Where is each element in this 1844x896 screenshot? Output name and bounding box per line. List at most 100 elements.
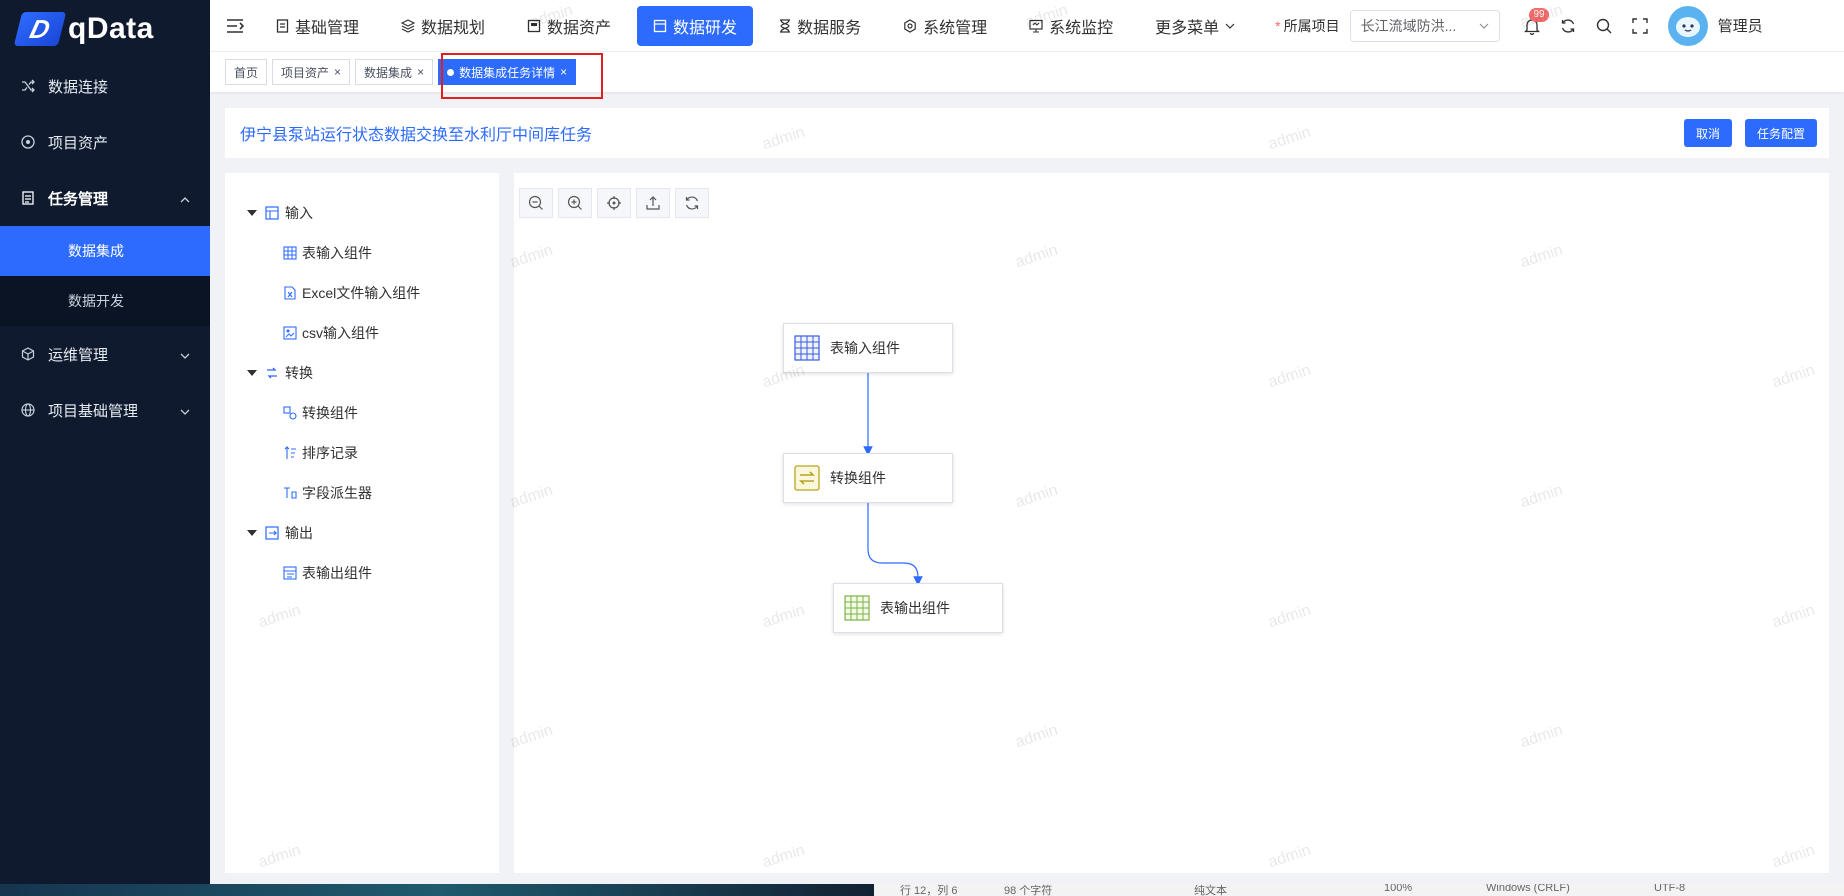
convert-icon [283, 406, 297, 420]
topnav-system-monitor[interactable]: 系统监控 [1013, 6, 1129, 46]
node-label: 表输出组件 [880, 600, 950, 616]
tab-home[interactable]: 首页 [225, 59, 268, 85]
tree-group-label: 输出 [285, 525, 313, 541]
flow-node-table-input[interactable]: 表输入组件 [783, 323, 953, 373]
window-icon [653, 19, 667, 33]
required-asterisk: * [1275, 17, 1281, 34]
topnav-label: 数据研发 [673, 19, 738, 37]
asset-icon [527, 19, 541, 33]
user-name[interactable]: 管理员 [1718, 15, 1763, 36]
tree-group-label: 转换 [285, 365, 313, 381]
search-icon[interactable] [1586, 8, 1622, 44]
topnav-more-menu[interactable]: 更多菜单 [1139, 6, 1251, 46]
tree-group-input[interactable]: 输入 [225, 193, 499, 233]
table-icon [794, 335, 820, 361]
topnav-label: 系统监控 [1049, 19, 1114, 37]
logo[interactable]: D qData [0, 0, 210, 58]
asset-icon [20, 134, 36, 150]
tab-label: 数据集成 [364, 65, 413, 80]
tree-leaf-label: 表输入组件 [302, 245, 372, 261]
tree-leaf-label: csv输入组件 [302, 325, 379, 341]
project-select-value: 长江流域防洪... [1360, 17, 1457, 34]
table-icon [844, 595, 870, 621]
tree-leaf-label: 排序记录 [302, 445, 358, 461]
project-select[interactable]: 长江流域防洪... [1349, 9, 1500, 42]
tree-leaf-csv-input[interactable]: csv输入组件 [225, 313, 499, 353]
close-icon[interactable]: × [334, 65, 341, 79]
tree-leaf-convert[interactable]: 转换组件 [225, 393, 499, 433]
task-title: 伊宁县泵站运行状态数据交换至水利厅中间库任务 [240, 127, 593, 144]
doc-icon [276, 18, 289, 33]
chevron-up-icon [180, 192, 190, 209]
desktop-wallpaper-strip [0, 884, 874, 896]
project-label: 所属项目 [1283, 17, 1340, 34]
chevron-down-icon [1225, 21, 1235, 31]
shuffle-icon [20, 78, 36, 94]
avatar[interactable] [1667, 5, 1708, 46]
tree-leaf-excel-input[interactable]: Excel文件输入组件 [225, 273, 499, 313]
tab-label: 首页 [234, 65, 259, 80]
node-label: 转换组件 [830, 470, 886, 486]
topnav-data-service[interactable]: 数据服务 [763, 6, 877, 46]
sidebar-item-data-development[interactable]: 数据开发 [0, 276, 210, 326]
tree-leaf-label: 字段派生器 [302, 485, 372, 501]
sidebar-item-label: 项目基础管理 [48, 402, 139, 420]
fullscreen-icon[interactable] [1622, 8, 1658, 44]
excel-file-icon [283, 286, 297, 300]
logo-icon: D [13, 12, 67, 46]
bell-icon[interactable]: 99 [1514, 7, 1550, 44]
status-format: 纯文本 [1194, 885, 1227, 896]
tree-leaf-table-output[interactable]: 表输出组件 [225, 553, 499, 593]
flow-node-table-output[interactable]: 表输出组件 [833, 583, 1003, 633]
topnav-data-assets[interactable]: 数据资产 [511, 6, 627, 46]
sidebar-item-label: 数据连接 [48, 78, 109, 96]
topnav-basic-management[interactable]: 基础管理 [260, 6, 375, 46]
tab-data-integration[interactable]: 数据集成 × [355, 59, 434, 85]
refresh-icon[interactable] [1550, 8, 1586, 44]
caret-down-icon[interactable] [247, 530, 257, 536]
tree-leaf-field-deriver[interactable]: 字段派生器 [225, 473, 499, 513]
task-config-button[interactable]: 任务配置 [1745, 119, 1817, 147]
status-position: 行 12，列 6 [900, 885, 958, 896]
flow-canvas[interactable]: 表输入组件 转换组件 表输出组件 [514, 173, 1829, 873]
topnav-data-development[interactable]: 数据研发 [637, 5, 754, 46]
flow-node-convert[interactable]: 转换组件 [783, 453, 953, 503]
sidebar-item-task-management[interactable]: 任务管理 [0, 170, 210, 226]
tree-group-transform[interactable]: 转换 [225, 353, 499, 393]
task-header: 伊宁县泵站运行状态数据交换至水利厅中间库任务 取消 任务配置 [225, 108, 1829, 158]
topnav-label: 数据规划 [421, 19, 486, 37]
csv-file-icon [283, 326, 297, 340]
caret-down-icon[interactable] [247, 370, 257, 376]
tree-leaf-table-input[interactable]: 表输入组件 [225, 233, 499, 273]
topnav-system-management[interactable]: 系统管理 [887, 6, 1003, 46]
topnav-data-planning[interactable]: 数据规划 [385, 6, 501, 46]
edge-convert-to-output [867, 503, 923, 586]
tree-group-label: 输入 [285, 205, 313, 221]
table-icon [283, 246, 297, 260]
cancel-button[interactable]: 取消 [1684, 119, 1732, 147]
tree-leaf-sort-records[interactable]: 排序记录 [225, 433, 499, 473]
tab-project-assets[interactable]: 项目资产 × [272, 59, 351, 85]
table-output-icon [283, 566, 297, 580]
close-icon[interactable]: × [417, 65, 424, 79]
convert-icon [794, 465, 820, 491]
editor-status-bar: 行 12，列 6 98 个字符 纯文本 100% Windows (CRLF) … [874, 884, 1844, 896]
transform-group-icon [265, 366, 279, 380]
topnav-label: 数据资产 [547, 19, 612, 37]
top-menu: 基础管理 数据规划 数据资产 数据研发 数据服务 系统管理 系统监控 更多菜单 [260, 0, 1261, 52]
tree-leaf-label: 转换组件 [302, 405, 358, 421]
sort-icon [283, 446, 297, 460]
sidebar-item-ops-management[interactable]: 运维管理 [0, 326, 210, 382]
sidebar-item-data-connection[interactable]: 数据连接 [0, 58, 210, 114]
flow-edges [863, 373, 923, 586]
top-navbar: 基础管理 数据规划 数据资产 数据研发 数据服务 系统管理 系统监控 更多菜单 [210, 0, 1844, 52]
sidebar-item-project-base[interactable]: 项目基础管理 [0, 382, 210, 438]
sidebar-item-project-assets[interactable]: 项目资产 [0, 114, 210, 170]
monitor-icon [1029, 19, 1043, 33]
caret-down-icon[interactable] [247, 210, 257, 216]
logo-text: qData [68, 12, 154, 45]
node-label: 表输入组件 [830, 340, 900, 356]
tree-group-output[interactable]: 输出 [225, 513, 499, 553]
sidebar-item-data-integration[interactable]: 数据集成 [0, 226, 210, 276]
hamburger-icon[interactable] [210, 18, 260, 34]
